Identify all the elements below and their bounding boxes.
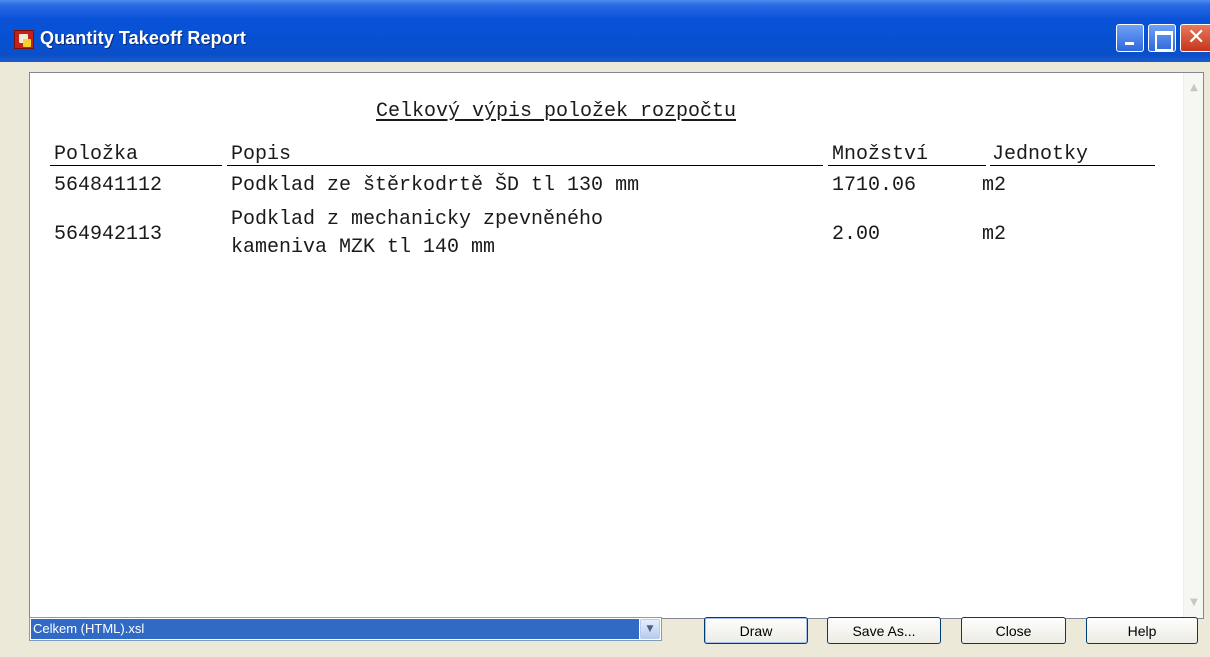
dropdown-arrow: ▼ <box>646 624 654 634</box>
save-as-button[interactable]: Save As... <box>827 617 941 644</box>
scroll-up-icon[interactable]: ▲ <box>1185 79 1203 97</box>
template-select[interactable]: Celkem (HTML).xsl ▼ <box>29 617 662 641</box>
draw-button[interactable]: Draw <box>704 617 808 644</box>
column-header-description: Popis <box>231 143 292 166</box>
window-title: Quantity Takeoff Report <box>40 28 246 48</box>
header-underline <box>50 165 222 166</box>
header-underline <box>227 165 823 166</box>
title-bar[interactable]: Quantity Takeoff Report ✕ <box>0 0 1210 62</box>
header-underline <box>828 165 986 166</box>
close-button[interactable]: Close <box>961 617 1066 644</box>
column-header-units: Jednotky <box>992 143 1089 166</box>
vertical-scrollbar[interactable]: ▲ ▼ <box>1183 73 1203 618</box>
table-cell-quantity: 2.00 <box>832 223 881 246</box>
column-header-item: Položka <box>54 143 139 166</box>
table-cell-units: m2 <box>982 174 1007 197</box>
report-pane[interactable]: Celkový výpis položek rozpočtu Položka P… <box>29 72 1204 619</box>
close-window-button[interactable]: ✕ <box>1180 24 1210 52</box>
report-content: Celkový výpis položek rozpočtu Položka P… <box>30 73 1183 618</box>
table-cell-description: kameniva MZK tl 140 mm <box>231 236 496 259</box>
table-cell-description: Podklad ze štěrkodrtě ŠD tl 130 mm <box>231 174 640 197</box>
header-underline <box>990 165 1155 166</box>
help-button[interactable]: Help <box>1086 617 1198 644</box>
table-cell-units: m2 <box>982 223 1007 246</box>
report-title: Celkový výpis položek rozpočtu <box>375 100 737 123</box>
template-select-value: Celkem (HTML).xsl <box>31 619 639 639</box>
minimize-button[interactable] <box>1116 24 1144 52</box>
table-cell-description: Podklad z mechanicky zpevněného <box>231 208 604 231</box>
table-cell-item: 564942113 <box>54 223 163 246</box>
column-header-quantity: Množství <box>832 143 929 166</box>
chevron-down-icon[interactable]: ▼ <box>640 619 660 639</box>
maximize-button[interactable] <box>1148 24 1176 52</box>
app-icon[interactable] <box>14 30 34 49</box>
close-icon: ✕ <box>1187 25 1206 50</box>
table-cell-item: 564841112 <box>54 174 163 197</box>
table-cell-quantity: 1710.06 <box>832 174 917 197</box>
scroll-down-icon[interactable]: ▼ <box>1185 594 1203 612</box>
